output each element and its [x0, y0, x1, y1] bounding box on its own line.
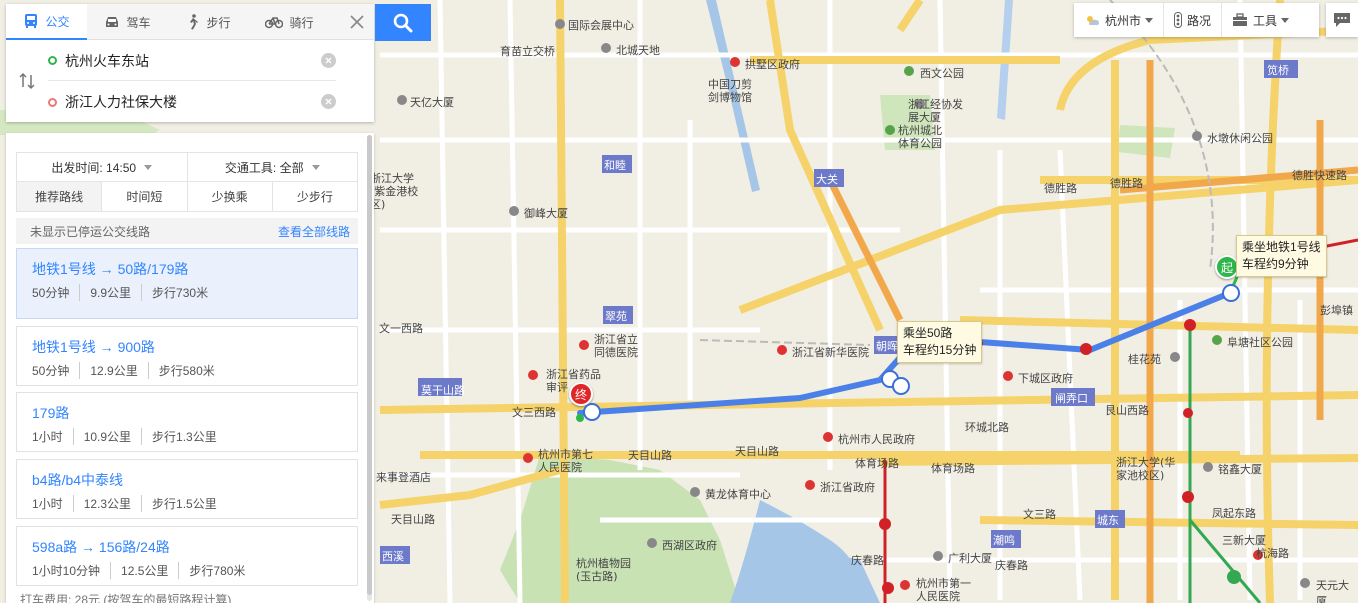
tab-less-walking[interactable]: 少步行 [271, 182, 357, 211]
plan-distance: 12.9公里 [79, 362, 138, 379]
destination-dot-icon [48, 97, 57, 107]
tab-recommended[interactable]: 推荐路线 [17, 182, 102, 211]
plan-title: 179路 [32, 405, 70, 421]
traffic-toggle[interactable]: 路况 [1163, 3, 1221, 37]
depart-time-select[interactable]: 出发时间: 14:50 [17, 153, 187, 181]
plan-title: b4路/b4中泰线 [32, 472, 124, 488]
start-marker-label: 起 [1220, 260, 1233, 275]
toolbox-icon [1233, 13, 1248, 26]
route-plan[interactable]: 179路 1小时 10.9公里 步行1.3公里 [16, 392, 358, 452]
plan-time: 1小时 [32, 430, 63, 444]
vehicle-label: 交通工具: 全部 [224, 160, 304, 175]
scrollbar-thumb[interactable] [367, 135, 372, 595]
chevron-down-icon [144, 164, 153, 170]
route-results-panel: 出发时间: 14:50 交通工具: 全部 推荐路线 时间短 少换乘 少步行 未显… [6, 133, 374, 603]
tab-bus[interactable]: 公交 [6, 4, 87, 40]
tab-bike[interactable]: 骑行 [249, 4, 330, 40]
tab-label: 公交 [45, 14, 70, 29]
plan-distance: 9.9公里 [79, 284, 131, 301]
plan-walk: 步行1.3公里 [141, 428, 217, 445]
callout-line: 乘坐50路 [903, 326, 953, 340]
notice-text: 未显示已停运公交线路 [30, 224, 151, 239]
message-icon [1334, 13, 1350, 27]
plan-title: 地铁1号线 → 50路/179路 [32, 261, 189, 277]
end-marker-label: 终 [574, 387, 587, 402]
plan-distance: 12.3公里 [72, 495, 131, 512]
plan-walk: 步行1.5公里 [141, 495, 217, 512]
depart-time-label: 出发时间: 14:50 [51, 160, 137, 175]
callout-time: 车程约9分钟 [1242, 257, 1309, 271]
suspended-lines-notice: 未显示已停运公交线路 查看全部线路 [16, 218, 358, 244]
bus-stop-icon[interactable] [583, 403, 601, 421]
callout-line: 乘坐地铁1号线 [1242, 240, 1321, 254]
plan-walk: 步行780米 [178, 562, 245, 579]
traffic-label: 路况 [1187, 13, 1212, 28]
plan-distance: 12.5公里 [110, 562, 168, 579]
tab-shortest-time[interactable]: 时间短 [101, 182, 186, 211]
route-plan[interactable]: 598a路 → 156路/24路 1小时10分钟 12.5公里 步行780米 [16, 526, 358, 586]
map-toolbar: 杭州市 路况 工具 [1074, 3, 1319, 37]
metro-station-icon[interactable] [1222, 284, 1240, 302]
clear-destination-icon[interactable] [321, 94, 336, 109]
route-plan[interactable]: 地铁1号线 → 900路 50分钟 12.9公里 步行580米 [16, 326, 358, 386]
tab-fewer-transfers[interactable]: 少换乘 [186, 182, 272, 211]
origin-field[interactable]: 杭州火车东站 [48, 41, 336, 81]
tab-car[interactable]: 驾车 [87, 4, 168, 40]
vehicle-select[interactable]: 交通工具: 全部 [186, 153, 358, 181]
weather-icon [1087, 16, 1099, 25]
bus50-callout: 乘坐50路 车程约15分钟 [897, 321, 983, 363]
plan-time: 50分钟 [32, 286, 70, 300]
tools-menu[interactable]: 工具 [1221, 3, 1299, 37]
route-search-card: 公交 驾车 步行 骑行 杭州火车东站 浙江人力社保大楼 [6, 4, 374, 122]
tab-label: 驾车 [126, 15, 151, 30]
bus-stop-icon[interactable] [892, 377, 910, 395]
plan-time: 50分钟 [32, 364, 70, 378]
plan-distance: 10.9公里 [72, 428, 131, 445]
chevron-down-icon [1145, 17, 1154, 23]
walk-icon [190, 14, 199, 30]
route-plan[interactable]: b4路/b4中泰线 1小时 12.3公里 步行1.5公里 [16, 459, 358, 519]
message-button[interactable] [1326, 3, 1358, 37]
plan-title: 598a路 → 156路/24路 [32, 539, 170, 555]
tab-label: 步行 [206, 15, 231, 30]
destination-input[interactable]: 浙江人力社保大楼 [65, 92, 177, 112]
mode-tabs: 公交 驾车 步行 骑行 [6, 4, 374, 40]
close-icon[interactable] [348, 13, 366, 31]
route-filters: 出发时间: 14:50 交通工具: 全部 推荐路线 时间短 少换乘 少步行 [16, 152, 358, 212]
car-icon [106, 17, 119, 27]
view-all-lines-link[interactable]: 查看全部线路 [278, 223, 350, 240]
traffic-light-icon [1174, 12, 1183, 28]
city-select[interactable]: 杭州市 [1074, 3, 1163, 37]
callout-time: 车程约15分钟 [903, 343, 977, 357]
taxi-fare: 打车费用: 28元 (按驾车的最短路程计算) [20, 593, 232, 603]
plan-walk: 步行730米 [141, 284, 208, 301]
destination-field[interactable]: 浙江人力社保大楼 [48, 82, 336, 122]
bike-icon [265, 17, 284, 29]
tab-label: 骑行 [289, 15, 314, 30]
search-icon [393, 13, 413, 32]
plan-time: 1小时10分钟 [32, 564, 101, 578]
chevron-down-icon [1281, 17, 1290, 23]
origin-input[interactable]: 杭州火车东站 [65, 51, 149, 71]
origin-dot-icon [48, 56, 57, 65]
bus-icon [25, 14, 38, 28]
plan-walk: 步行580米 [147, 362, 215, 379]
search-button[interactable] [375, 4, 431, 41]
city-label: 杭州市 [1105, 13, 1142, 28]
metro-line1-callout: 乘坐地铁1号线 车程约9分钟 [1236, 235, 1327, 277]
swap-icon[interactable] [18, 72, 36, 90]
tools-label: 工具 [1253, 13, 1278, 28]
route-plan[interactable]: 地铁1号线 → 50路/179路 50分钟 9.9公里 步行730米 [16, 248, 358, 319]
chevron-down-icon [311, 164, 320, 170]
plan-time: 1小时 [32, 497, 63, 511]
clear-origin-icon[interactable] [321, 53, 336, 68]
tab-walk[interactable]: 步行 [168, 4, 249, 40]
plan-title: 地铁1号线 → 900路 [32, 339, 155, 355]
